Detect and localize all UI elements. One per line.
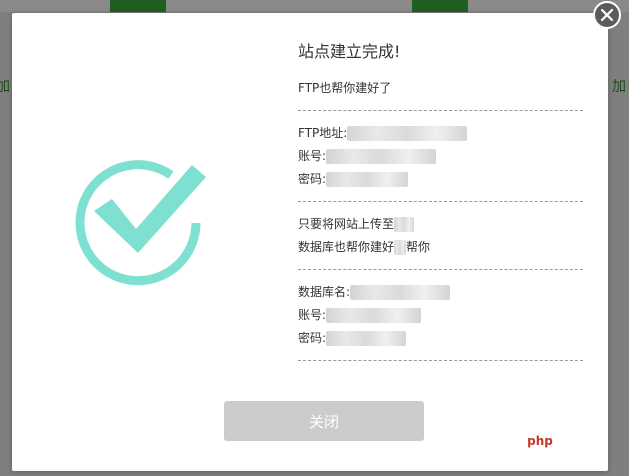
- upload-note-row: 只要将网站上传至: [298, 213, 583, 236]
- ftp-password-label: 密码:: [298, 172, 327, 186]
- background-green-button: [110, 0, 166, 12]
- check-circle-icon: [74, 153, 224, 293]
- background-top-bar: [0, 0, 629, 12]
- upload-note: 只要将网站上传至: [298, 217, 395, 231]
- redacted-value: [394, 217, 415, 232]
- watermark-text: 中文网: [564, 432, 610, 451]
- watermark: php 中文网: [522, 430, 609, 452]
- redacted-value: [347, 126, 468, 141]
- dialog-title: 站点建立完成!: [298, 42, 401, 61]
- db-note-row: 数据库也帮你建好 帮你: [298, 236, 583, 259]
- background-link: 加: [0, 79, 10, 95]
- ftp-address-row: FTP地址:: [298, 122, 583, 145]
- divider: [298, 269, 583, 270]
- divider: [298, 110, 583, 111]
- divider: [298, 201, 583, 202]
- divider: [298, 360, 583, 361]
- db-password-label: 密码:: [298, 331, 327, 345]
- redacted-value: [350, 285, 451, 300]
- redacted-value: [394, 240, 407, 255]
- db-password-row: 密码:: [298, 327, 583, 350]
- watermark-logo: php: [522, 430, 558, 452]
- ftp-account-label: 账号:: [298, 149, 327, 163]
- background-link: 加: [612, 79, 626, 95]
- db-name-label: 数据库名:: [298, 285, 351, 299]
- ftp-address-label: FTP地址:: [298, 126, 348, 140]
- background-green-button: [412, 0, 468, 12]
- close-dialog-button[interactable]: [593, 1, 621, 29]
- close-icon: [600, 8, 614, 22]
- db-note-suffix: 帮你: [406, 240, 431, 254]
- db-name-row: 数据库名:: [298, 281, 583, 304]
- ftp-account-row: 账号:: [298, 145, 583, 168]
- dialog-content: 站点建立完成! FTP也帮你建好了 FTP地址: 账号: 密码: 只要将网站上传…: [298, 41, 583, 372]
- ftp-password-row: 密码:: [298, 168, 583, 191]
- redacted-value: [326, 331, 407, 346]
- redacted-value: [326, 149, 437, 164]
- redacted-value: [326, 172, 409, 187]
- close-button[interactable]: 关闭: [224, 401, 424, 441]
- redacted-value: [326, 308, 422, 323]
- site-created-dialog: 站点建立完成! FTP也帮你建好了 FTP地址: 账号: 密码: 只要将网站上传…: [12, 13, 608, 471]
- db-note: 数据库也帮你建好: [298, 240, 395, 254]
- db-account-label: 账号:: [298, 308, 327, 322]
- db-account-row: 账号:: [298, 304, 583, 327]
- ftp-note: FTP也帮你建好了: [298, 81, 392, 95]
